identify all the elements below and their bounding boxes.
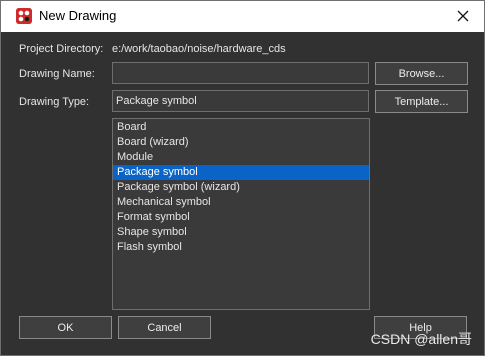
csdn-watermark: CSDN @allen哥 [370, 331, 472, 347]
list-item[interactable]: Board (wizard) [113, 135, 369, 150]
list-item[interactable]: Package symbol (wizard) [113, 180, 369, 195]
new-drawing-dialog: New Drawing Project Directory: e:/work/t… [0, 0, 485, 356]
drawing-type-field[interactable]: Package symbol [112, 90, 369, 112]
project-directory-value: e:/work/taobao/noise/hardware_cds [112, 43, 286, 55]
ok-button[interactable]: OK [19, 316, 112, 339]
list-item[interactable]: Format symbol [113, 210, 369, 225]
title-bar[interactable]: New Drawing [1, 1, 484, 32]
list-item[interactable]: Mechanical symbol [113, 195, 369, 210]
list-item[interactable]: Board [113, 120, 369, 135]
app-icon [16, 8, 32, 24]
drawing-name-input[interactable] [112, 62, 369, 84]
list-item[interactable]: Module [113, 150, 369, 165]
list-item[interactable]: Flash symbol [113, 240, 369, 255]
close-icon [457, 10, 469, 22]
drawing-name-label: Drawing Name: [19, 68, 95, 80]
list-item[interactable]: Shape symbol [113, 225, 369, 240]
cancel-button[interactable]: Cancel [118, 316, 211, 339]
drawing-type-list[interactable]: Board Board (wizard) Module Package symb… [112, 118, 370, 310]
template-button[interactable]: Template... [375, 90, 468, 113]
browse-button[interactable]: Browse... [375, 62, 468, 85]
project-directory-label: Project Directory: [19, 43, 104, 55]
close-button[interactable] [450, 4, 476, 28]
list-item-selected[interactable]: Package symbol [113, 165, 369, 180]
window-title: New Drawing [39, 8, 117, 23]
drawing-type-label: Drawing Type: [19, 96, 90, 108]
